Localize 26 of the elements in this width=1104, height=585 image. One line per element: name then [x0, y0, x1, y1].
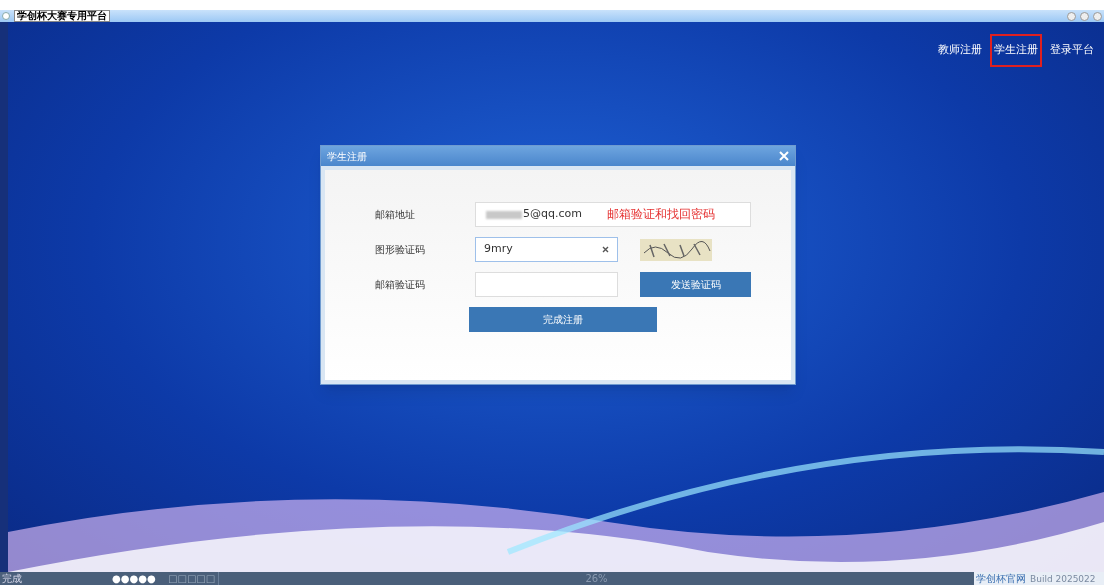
status-dots: ●●●●● — [112, 573, 157, 584]
complete-registration-button[interactable]: 完成注册 — [469, 307, 657, 332]
email-value: 5@qq.com — [523, 206, 582, 223]
progress-text: 26% — [585, 573, 608, 584]
build-text: Build 2025022 — [1030, 573, 1096, 584]
close-button[interactable] — [779, 151, 789, 161]
field-label: 图形验证码 — [375, 243, 426, 257]
captcha-field[interactable]: 9mry — [475, 237, 618, 262]
status-boxes: □□□□□ — [168, 573, 217, 584]
status-text: 完成 — [1, 573, 23, 584]
annotation-text: 邮箱验证和找回密码 — [607, 206, 715, 223]
redaction-blur — [486, 210, 522, 219]
clear-icon[interactable] — [602, 246, 609, 253]
send-code-button[interactable]: 发送验证码 — [640, 272, 751, 297]
window-title: 学创杯大赛专用平台 — [14, 10, 110, 22]
website-link[interactable]: 学创杯官网 — [976, 573, 1026, 584]
field-label: 邮箱地址 — [375, 208, 416, 222]
app-icon — [2, 12, 10, 20]
captcha-image-drawing — [640, 238, 712, 261]
email-code-field[interactable] — [475, 272, 618, 297]
nav-link[interactable]: 学生注册 — [990, 34, 1042, 67]
captcha-value: 9mry — [484, 241, 513, 258]
field-label: 邮箱验证码 — [375, 278, 426, 292]
nav-link[interactable]: 教师注册 — [934, 34, 986, 67]
dialog-title: 学生注册 — [327, 149, 367, 164]
nav-link[interactable]: 登录平台 — [1046, 34, 1098, 67]
